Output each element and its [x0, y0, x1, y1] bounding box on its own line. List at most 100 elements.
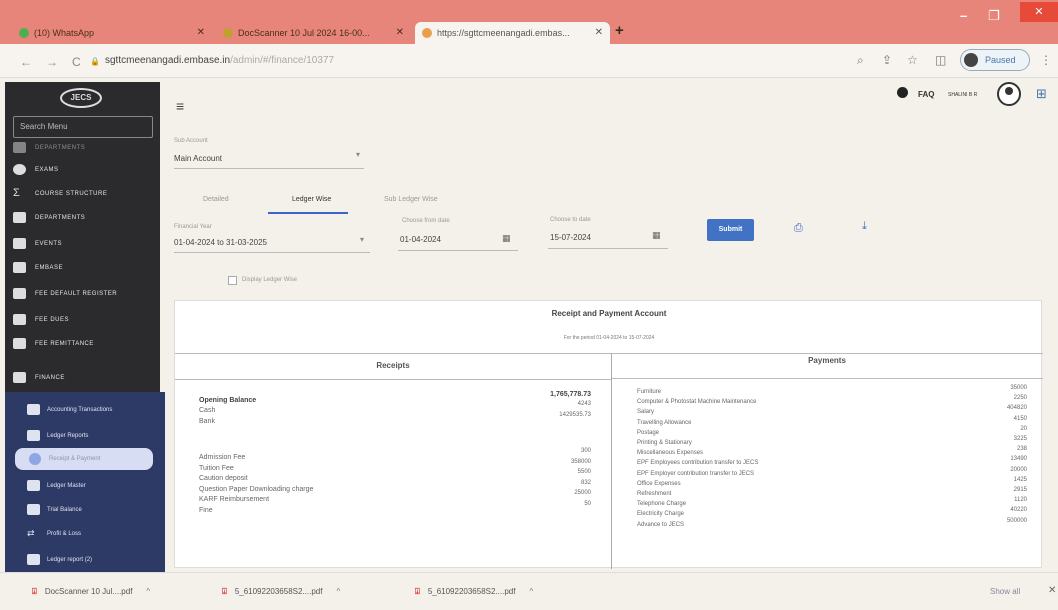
- report-period: For the period 01-04-2024 to 15-07-2024: [563, 335, 655, 341]
- submenu-label: Receipt & Payment: [49, 456, 101, 462]
- minimize-button[interactable]: –: [960, 8, 967, 23]
- calendar-icon[interactable]: ▦: [652, 230, 661, 241]
- sidebar-item-departments[interactable]: DEPARTMENTS: [13, 210, 85, 226]
- download-item[interactable]: ⍗ 5_61092203658S2....pdf ^: [222, 587, 340, 597]
- sidebar-item-label: EVENTS: [35, 241, 63, 247]
- download-filename: 5_61092203658S2....pdf: [234, 587, 323, 596]
- chevron-up-icon[interactable]: ^: [529, 587, 533, 596]
- sidebar-item-label: COURSE STRUCTURE: [35, 191, 108, 197]
- chevron-down-icon[interactable]: ▾: [356, 150, 360, 159]
- submenu-accounting-transactions[interactable]: Accounting Transactions: [27, 402, 112, 418]
- close-tab-icon[interactable]: ✕: [197, 22, 205, 44]
- url-field[interactable]: sgttcmeenangadi.embase.in/admin/#/financ…: [105, 55, 334, 66]
- user-avatar-icon[interactable]: [997, 82, 1021, 106]
- sidebar-item-fee-remittance[interactable]: FEE REMITTANCE: [13, 336, 94, 352]
- share-icon[interactable]: ⇪: [882, 53, 892, 67]
- show-all-downloads-link[interactable]: Show all: [990, 587, 1020, 596]
- submenu-ledger-report-2[interactable]: Ledger report (2): [27, 552, 92, 568]
- payment-label: EPF Employer contribution transfer to JE…: [637, 470, 755, 477]
- chevron-up-icon[interactable]: ^: [146, 587, 150, 596]
- payment-label: Furniture: [637, 389, 662, 395]
- close-tab-icon[interactable]: ✕: [396, 22, 404, 44]
- submit-button[interactable]: Submit: [707, 219, 754, 241]
- submenu-ledger-reports[interactable]: Ledger Reports: [27, 428, 88, 444]
- chevron-up-icon[interactable]: ^: [336, 587, 340, 596]
- sidebar-item-departments-top[interactable]: DEPARTMENTS: [13, 140, 85, 156]
- submenu-ledger-master[interactable]: Ledger Master: [27, 478, 86, 494]
- star-icon[interactable]: ☆: [907, 53, 918, 67]
- submenu-profit-loss[interactable]: ⇄ Profit & Loss: [27, 526, 81, 542]
- avatar: [964, 53, 978, 67]
- browser-menu-icon[interactable]: ⋮: [1040, 53, 1052, 67]
- display-ledger-checkbox[interactable]: [228, 276, 237, 285]
- to-date-input[interactable]: 15-07-2024: [550, 233, 591, 242]
- help-icon[interactable]: [897, 87, 908, 98]
- submenu-trial-balance[interactable]: Trial Balance: [27, 502, 82, 518]
- close-tab-icon[interactable]: ✕: [595, 22, 603, 44]
- side-panel-icon[interactable]: ◫: [935, 53, 946, 67]
- sidebar-item-finance[interactable]: FINANCE: [13, 370, 65, 386]
- to-date-underline: [548, 248, 668, 249]
- financial-year-label: Financial Year: [174, 224, 212, 230]
- receipt-label: Caution deposit: [199, 475, 248, 482]
- receipt-value: 300: [580, 448, 591, 454]
- download-item[interactable]: ⍗ 5_61092203658S2....pdf ^: [415, 587, 533, 597]
- tab-ledger-wise[interactable]: Ledger Wise: [292, 196, 331, 203]
- submenu-label: Profit & Loss: [47, 531, 82, 537]
- tab-title: https://sgttcmeenangadi.embas...: [437, 28, 570, 38]
- payment-value: 500000: [1006, 517, 1027, 524]
- sidebar-item-course-structure[interactable]: Σ COURSE STRUCTURE: [13, 186, 107, 202]
- from-date-input[interactable]: 01-04-2024: [400, 235, 441, 244]
- maximize-button[interactable]: ❐: [988, 8, 1000, 24]
- sidebar-item-label: EMBASE: [35, 265, 64, 271]
- submenu-label: Ledger Master: [47, 483, 86, 489]
- calendar-icon[interactable]: ▦: [502, 233, 511, 244]
- profile-paused-button[interactable]: Paused: [960, 49, 1030, 71]
- payment-value: 20000: [1010, 466, 1027, 473]
- user-name: SHALINI B R: [948, 92, 978, 98]
- browser-tab-whatsapp[interactable]: (10) WhatsApp ✕: [12, 22, 212, 44]
- people-icon: [13, 212, 26, 223]
- financial-year-select[interactable]: 01-04-2024 to 31-03-2025: [174, 238, 267, 247]
- download-icon[interactable]: ⤓: [862, 220, 867, 233]
- sidebar-item-fee-dues[interactable]: FEE DUES: [13, 312, 69, 328]
- payment-label: Miscellaneous Expenses: [637, 450, 704, 457]
- apps-grid-icon[interactable]: ⊞: [1036, 86, 1047, 102]
- menu-toggle-icon[interactable]: ≡: [176, 98, 184, 114]
- sidebar-item-label: DEPARTMENTS: [35, 215, 86, 221]
- tab-sub-ledger-wise[interactable]: Sub Ledger Wise: [384, 196, 438, 203]
- book-icon: [13, 262, 26, 273]
- payment-label: Telephone Charge: [637, 501, 687, 508]
- receipt-value: 832: [580, 480, 591, 486]
- faq-link[interactable]: FAQ: [918, 90, 934, 99]
- zoom-icon[interactable]: ⌕: [857, 53, 864, 68]
- divider: [175, 353, 1043, 354]
- reload-icon[interactable]: C: [72, 55, 81, 69]
- payment-value: 1120: [1014, 497, 1027, 504]
- submenu-receipt-payment[interactable]: Receipt & Payment: [15, 448, 153, 470]
- new-tab-button[interactable]: +: [615, 22, 624, 39]
- close-download-bar-icon[interactable]: ✕: [1048, 585, 1056, 596]
- submenu-label: Trial Balance: [47, 507, 82, 513]
- chevron-down-icon[interactable]: ▾: [360, 235, 364, 244]
- window-close-button[interactable]: ✕: [1020, 2, 1058, 22]
- browser-tab-embase[interactable]: https://sgttcmeenangadi.embas... ✕: [415, 22, 610, 44]
- tab-detailed[interactable]: Detailed: [203, 196, 229, 203]
- browser-tab-docscanner[interactable]: DocScanner 10 Jul 2024 16-00... ✕: [216, 22, 411, 44]
- receipt-label: Fine: [199, 507, 213, 514]
- sidebar-item-embase[interactable]: EMBASE: [13, 260, 63, 276]
- sidebar-item-events[interactable]: EVENTS: [13, 236, 62, 252]
- print-icon[interactable]: ⎙: [794, 222, 803, 235]
- receipt-value: 50: [584, 501, 591, 507]
- back-icon[interactable]: ←: [20, 55, 32, 69]
- account-select[interactable]: Main Account: [174, 154, 222, 163]
- sidebar-search-input[interactable]: Search Menu: [13, 116, 153, 138]
- embase-icon: [422, 28, 432, 38]
- sidebar-item-exams[interactable]: EXAMS: [13, 162, 59, 178]
- url-path: /admin/#/finance/10377: [230, 55, 335, 66]
- download-item[interactable]: ⍗ DocScanner 10 Jul....pdf ^: [32, 587, 150, 597]
- payment-value: 2250: [1013, 395, 1027, 402]
- card-icon: [13, 314, 26, 325]
- sidebar-item-fee-default-register[interactable]: FEE DEFAULT REGISTER: [13, 286, 117, 302]
- forward-icon[interactable]: →: [46, 55, 58, 69]
